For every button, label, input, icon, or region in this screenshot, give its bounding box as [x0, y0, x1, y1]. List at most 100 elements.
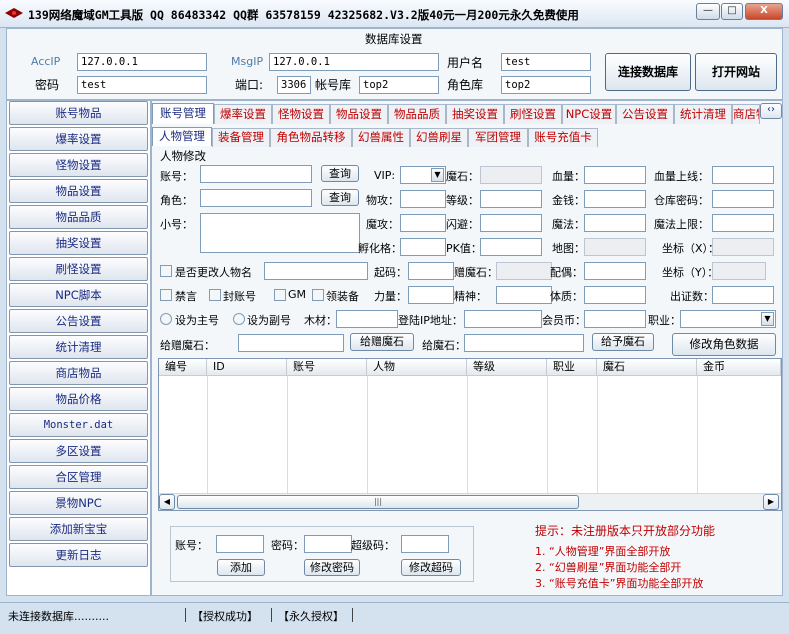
add-account-button[interactable]: 添加	[217, 559, 265, 576]
query-role-button[interactable]: 查询	[321, 189, 359, 206]
sidebar-item-shop[interactable]: 商店物品	[9, 361, 148, 385]
pk-field[interactable]	[480, 238, 542, 256]
tab-scroll-arrows-icon[interactable]: ‹›	[760, 103, 782, 119]
member-coin-field[interactable]	[584, 310, 646, 328]
sidebar-item-drop-rate[interactable]: 爆率设置	[9, 127, 148, 151]
subtab-character[interactable]: 人物管理	[152, 127, 212, 146]
sidebar-item-announcement[interactable]: 公告设置	[9, 309, 148, 333]
column-header-number[interactable]: 编号	[159, 359, 207, 376]
give-gift-magic-field[interactable]	[238, 334, 344, 352]
chevron-down-icon[interactable]: ▼	[431, 168, 444, 182]
close-button[interactable]: X	[745, 3, 783, 20]
username-field[interactable]: test	[501, 53, 591, 71]
sidebar-item-changelog[interactable]: 更新日志	[9, 543, 148, 567]
change-password-button[interactable]: 修改密码	[304, 559, 360, 576]
sidebar-item-add-pet[interactable]: 添加新宝宝	[9, 517, 148, 541]
open-website-button[interactable]: 打开网站	[695, 53, 777, 91]
column-header-account[interactable]: 账号	[287, 359, 367, 376]
password-field[interactable]: test	[77, 76, 207, 94]
mp-max-field[interactable]	[712, 214, 774, 232]
minimize-button[interactable]: —	[696, 3, 720, 20]
sidebar-item-stats[interactable]: 统计清理	[9, 335, 148, 359]
horizontal-scrollbar[interactable]: ◀ ||| ▶	[159, 493, 781, 510]
map-field[interactable]	[584, 238, 646, 256]
warehouse-pwd-field[interactable]	[712, 190, 774, 208]
scroll-left-icon[interactable]: ◀	[159, 494, 175, 510]
role-db-field[interactable]: top2	[501, 76, 591, 94]
character-table[interactable]: 编号 ID 账号 人物 等级 职业 魔石 金币 ◀ ||| ▶	[158, 358, 782, 511]
spouse-field[interactable]	[584, 262, 646, 280]
sidebar-item-lottery[interactable]: 抽奖设置	[9, 231, 148, 255]
magic-atk-field[interactable]	[400, 214, 446, 232]
hatch-slots-field[interactable]	[400, 238, 446, 256]
sidebar-item-quality[interactable]: 物品品质	[9, 205, 148, 229]
subtab-item-transfer[interactable]: 角色物品转移	[270, 128, 352, 147]
physique-field[interactable]	[584, 286, 646, 304]
tab-announcement[interactable]: 公告设置	[616, 104, 674, 124]
new-password-field[interactable]	[304, 535, 352, 553]
sidebar-item-items[interactable]: 物品设置	[9, 179, 148, 203]
tab-items[interactable]: 物品设置	[330, 104, 388, 124]
query-account-button[interactable]: 查询	[321, 165, 359, 182]
tab-monster[interactable]: 怪物设置	[272, 104, 330, 124]
coord-y-field[interactable]	[712, 262, 766, 280]
sidebar-item-account-items[interactable]: 账号物品	[9, 101, 148, 125]
sidebar-item-monster[interactable]: 怪物设置	[9, 153, 148, 177]
gift-magic-field[interactable]	[496, 262, 552, 280]
hp-max-field[interactable]	[712, 166, 774, 184]
sidebar-item-price[interactable]: 物品价格	[9, 387, 148, 411]
give-magic-button[interactable]: 给予魔石	[592, 333, 654, 351]
magic-stone-field[interactable]	[480, 166, 542, 184]
account-db-field[interactable]: top2	[359, 76, 439, 94]
tab-quality[interactable]: 物品品质	[388, 104, 446, 124]
scrollbar-thumb[interactable]: |||	[177, 495, 579, 509]
ban-account-checkbox[interactable]	[209, 289, 221, 301]
tab-npc[interactable]: NPC设置	[562, 104, 616, 124]
sidebar-item-merge-zone[interactable]: 合区管理	[9, 465, 148, 489]
column-header-magic-stone[interactable]: 魔石	[597, 359, 697, 376]
column-header-gold[interactable]: 金币	[697, 359, 781, 376]
subtab-recharge-card[interactable]: 账号充值卡	[528, 128, 598, 147]
port-field[interactable]: 3306	[277, 76, 311, 94]
new-account-field[interactable]	[216, 535, 264, 553]
power-field[interactable]	[408, 286, 454, 304]
equip-checkbox[interactable]	[312, 289, 324, 301]
sidebar-item-npc-script[interactable]: NPC脚本	[9, 283, 148, 307]
subtab-pet-star[interactable]: 幻兽刷星	[410, 128, 468, 147]
login-ip-field[interactable]	[464, 310, 542, 328]
spirit-field[interactable]	[496, 286, 552, 304]
mp-field[interactable]	[584, 214, 646, 232]
tab-stats[interactable]: 统计清理	[674, 104, 732, 124]
sidebar-item-scenery-npc[interactable]: 景物NPC	[9, 491, 148, 515]
phys-atk-field[interactable]	[400, 190, 446, 208]
role-input[interactable]	[200, 189, 312, 207]
gm-checkbox[interactable]	[274, 289, 286, 301]
msg-ip-field[interactable]: 127.0.0.1	[269, 53, 439, 71]
acc-ip-field[interactable]: 127.0.0.1	[77, 53, 207, 71]
alt-account-textarea[interactable]	[200, 213, 360, 253]
sidebar-item-spawn[interactable]: 刷怪设置	[9, 257, 148, 281]
mute-checkbox[interactable]	[160, 289, 172, 301]
set-alt-radio[interactable]	[233, 313, 245, 325]
coord-x-field[interactable]	[712, 238, 774, 256]
subtab-equipment[interactable]: 装备管理	[212, 128, 270, 147]
column-header-character[interactable]: 人物	[367, 359, 467, 376]
super-code-field[interactable]	[401, 535, 449, 553]
dodge-field[interactable]	[480, 214, 542, 232]
subtab-pet-attr[interactable]: 幻兽属性	[352, 128, 410, 147]
give-magic-field[interactable]	[464, 334, 584, 352]
sidebar-item-monster-dat[interactable]: Monster.dat	[9, 413, 148, 437]
maximize-button[interactable]: □	[721, 3, 743, 20]
modify-role-button[interactable]: 修改角色数据	[672, 333, 776, 356]
account-input[interactable]	[200, 165, 312, 183]
tab-drop-rate[interactable]: 爆率设置	[214, 104, 272, 124]
give-gift-magic-button[interactable]: 给赠魔石	[350, 333, 414, 351]
cert-count-field[interactable]	[712, 286, 774, 304]
rename-field[interactable]	[264, 262, 368, 280]
gold-field[interactable]	[584, 190, 646, 208]
tab-spawn[interactable]: 刷怪设置	[504, 104, 562, 124]
start-code-field[interactable]	[408, 262, 454, 280]
connect-database-button[interactable]: 连接数据库	[605, 53, 691, 91]
column-header-level[interactable]: 等级	[467, 359, 547, 376]
set-main-radio[interactable]	[160, 313, 172, 325]
